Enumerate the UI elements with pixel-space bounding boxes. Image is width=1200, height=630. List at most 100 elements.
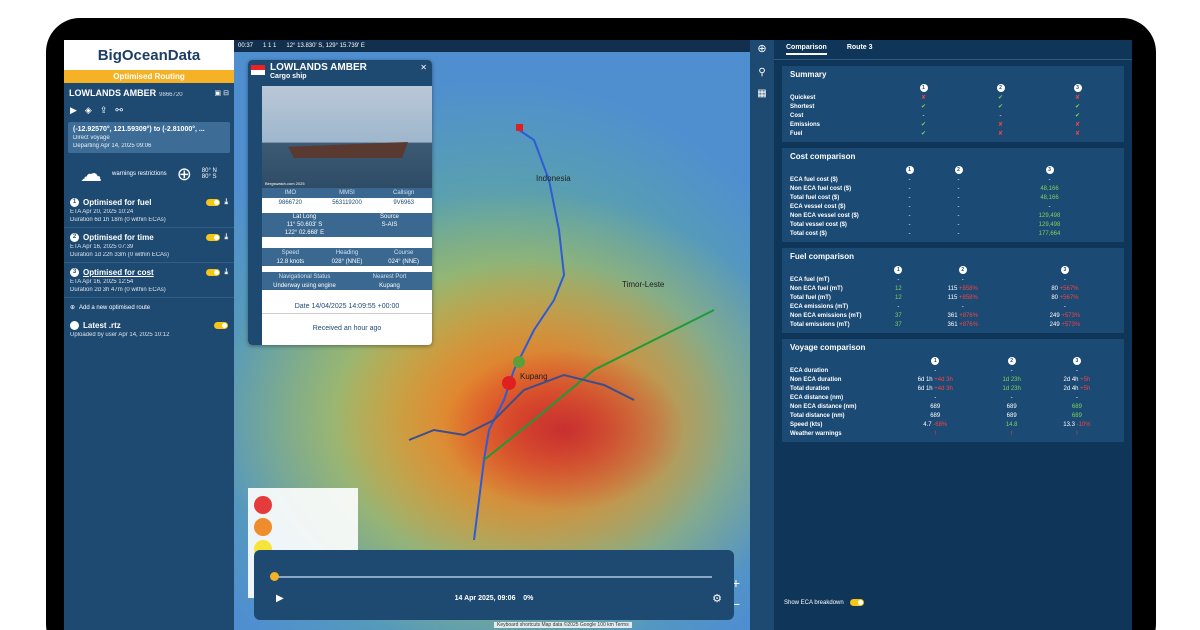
table-row: Speed (kts) 4.7 -68% 14.8 13.3 -10%	[790, 420, 1116, 429]
delta-value: +5h	[1078, 385, 1091, 392]
route-number-header: 3	[1038, 356, 1116, 366]
cell-value: 689	[1006, 412, 1017, 419]
gear-icon[interactable]: ⚙	[712, 592, 722, 605]
delta-value: -68%	[931, 421, 948, 428]
cell-value: -	[957, 221, 960, 228]
cell-value: 129,498	[1038, 221, 1061, 228]
upload-icon[interactable]: ⇪	[100, 105, 108, 116]
ship-id: 9866720	[159, 92, 183, 98]
route-option-cost[interactable]: 3 Optimised for cost ⤓ ETA Apr 16, 2025 12…	[64, 263, 234, 298]
nav-status-value: Underway using engine	[262, 282, 347, 290]
latest-toggle[interactable]	[214, 322, 228, 329]
latest-title: Latest .rtz	[83, 321, 121, 330]
route-option-fuel[interactable]: 1 Optimised for fuel ⤓ ETA Apr 20, 2025 10…	[64, 193, 234, 228]
delta-value: +858%	[957, 294, 978, 301]
cell-value: 2d 4h	[1063, 376, 1079, 383]
route-toggle[interactable]	[206, 198, 221, 206]
route-toggle[interactable]	[206, 268, 221, 276]
row-value: -	[983, 202, 1116, 211]
eca-toggle[interactable]	[849, 599, 864, 606]
voyage-type: Direct voyage	[73, 135, 110, 141]
weather-row: ☁ warnings restrictions ⊕ 80° N 80° S	[64, 155, 234, 193]
lat-value: 11° 50.603' S	[262, 221, 347, 229]
download-icon[interactable]: ⤓	[224, 232, 228, 242]
row-value: 37	[885, 311, 912, 320]
table-row: Total duration 6d 1h +4d 3h 1d 23h 2d 4h +5…	[790, 384, 1116, 393]
mmsi-label: MMSI	[318, 188, 376, 198]
heading-label: Heading	[318, 248, 376, 258]
cell-value: -	[908, 221, 911, 228]
route-option-time[interactable]: 2 Optimised for time ⤓ ETA Apr 16, 2025 07…	[64, 228, 234, 263]
row-label: Non ECA duration	[790, 376, 842, 383]
cell-value: -	[1075, 394, 1078, 401]
play-icon[interactable]: ▶	[70, 105, 77, 116]
label-kupang: Kupang	[520, 372, 548, 381]
cell-value: 6d 1h	[917, 385, 933, 392]
cloud-icon[interactable]: ☁	[80, 163, 102, 185]
row-value: -	[885, 229, 934, 238]
copy-icon[interactable]: ▣	[215, 90, 222, 97]
received-time: Received an hour ago	[312, 325, 382, 332]
timeline-handle[interactable]	[270, 572, 279, 581]
legend-circle	[254, 496, 272, 514]
layers-icon[interactable]: ◈	[85, 105, 92, 116]
cell-value: 6d 1h	[917, 376, 933, 383]
latest-rtz[interactable]: Latest .rtz Uploaded by user Apr 14, 202…	[64, 317, 234, 342]
run-icon[interactable]: ⚲	[750, 67, 774, 78]
row-value: ✔	[885, 129, 962, 138]
route-title: Optimised for fuel	[83, 197, 152, 207]
globe-icon[interactable]: ⊕	[750, 42, 774, 55]
voyage-summary[interactable]: (-12.92570°, 121.59309°) to (-2.81000°, …	[68, 122, 230, 153]
route-number-badge: 1	[894, 266, 903, 274]
close-icon[interactable]: ✕	[420, 63, 427, 72]
table-row: ECA fuel (mT) - - -	[790, 275, 1116, 284]
route-toggle[interactable]	[206, 233, 221, 241]
ship-marker	[502, 376, 516, 390]
tab-comparison[interactable]: Comparison	[786, 44, 827, 55]
cell-value: ✘	[997, 122, 1004, 128]
cell-value: -	[957, 176, 960, 183]
row-value: 689	[985, 402, 1037, 411]
download-icon[interactable]: ⤓	[224, 267, 228, 277]
row-label: Shortest	[790, 103, 815, 110]
table-row: ECA duration - - -	[790, 366, 1116, 375]
download-icon[interactable]: ⤓	[224, 197, 228, 207]
grid-icon[interactable]: ▦	[750, 88, 774, 99]
row-value: -	[912, 302, 1014, 311]
row-label: Non ECA distance (nm)	[790, 403, 857, 410]
route-line-blue	[473, 129, 566, 541]
source-label[interactable]: Source	[347, 213, 432, 221]
row-label: Non ECA fuel cost ($)	[790, 185, 852, 192]
globe-icon[interactable]: ⊕	[177, 165, 192, 183]
row-label: Speed (kts)	[790, 421, 823, 428]
logo[interactable]: BigOceanData	[64, 40, 234, 70]
dot-icon	[70, 321, 79, 330]
add-route-button[interactable]: ⊕ Add a new optimised route	[64, 298, 234, 317]
route-number-badge: 3	[1072, 357, 1081, 365]
eca-label: Show ECA breakdown	[784, 599, 844, 606]
cost-table: 1 2 3 ECA fuel cost ($) - - - Non ECA fuel cost…	[790, 165, 1116, 238]
row-label: Non ECA fuel (mT)	[790, 285, 843, 292]
cell-value: 12	[895, 285, 902, 292]
row-value: 689	[1038, 411, 1116, 420]
lock-icon[interactable]: ⊟	[223, 90, 229, 97]
nav-status-label: Navigational Status	[262, 272, 347, 282]
cell-value: !	[934, 430, 937, 437]
cell-value: -	[1075, 367, 1078, 374]
route-icon[interactable]: ⚯	[115, 105, 123, 116]
map[interactable]: 00:37 1 1 1 12° 13.830' S, 129° 15.739' …	[234, 40, 774, 630]
cell-value: -	[922, 112, 925, 119]
row-value: ✔	[1039, 102, 1116, 111]
row-value: -	[885, 302, 912, 311]
cell-value: -	[1010, 394, 1013, 401]
timeline-track[interactable]	[272, 576, 712, 578]
header-blank	[790, 356, 885, 366]
row-label: Non ECA emissions (mT)	[790, 312, 862, 319]
tab-route-3[interactable]: Route 3	[847, 44, 873, 55]
table-row: Total distance (nm) 689 689 689	[790, 411, 1116, 420]
route-number-badge: 1	[931, 357, 940, 365]
cell-value: ✔	[997, 104, 1004, 110]
status-grid: Navigational Status Nearest Port Underwa…	[262, 272, 432, 290]
cell-value: 37	[895, 321, 902, 328]
callsign-value: 9V6963	[375, 198, 432, 208]
